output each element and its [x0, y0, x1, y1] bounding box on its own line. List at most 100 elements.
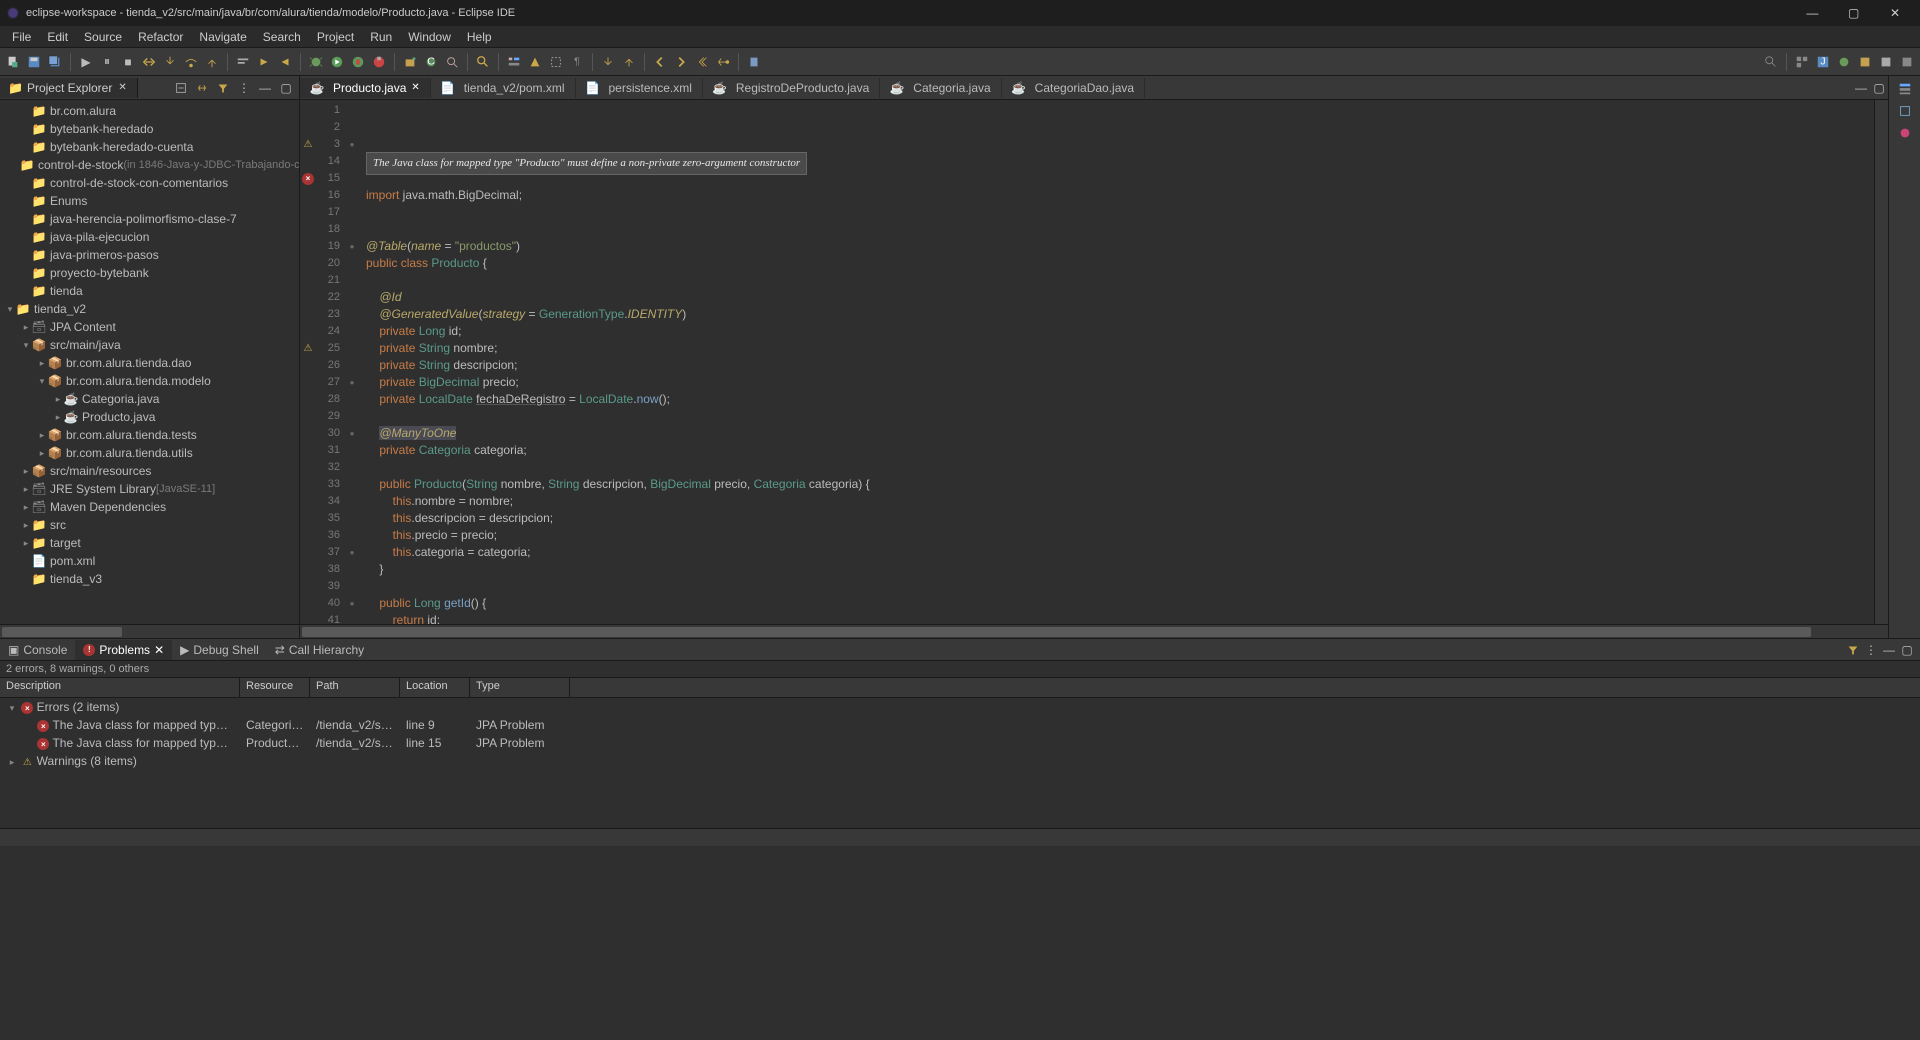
tree-item[interactable]: ▸🗃JRE System Library [JavaSE-11] [0, 480, 299, 498]
problem-row[interactable]: × The Java class for mapped type "Produc… [0, 734, 1920, 752]
quick-access-icon[interactable] [1762, 53, 1780, 71]
tree-item[interactable]: ▸🗃JPA Content [0, 318, 299, 336]
prev-icon[interactable] [620, 53, 638, 71]
twisty-icon[interactable]: ▸ [52, 394, 64, 405]
maximize-view-icon[interactable]: ▢ [277, 79, 295, 97]
code-area[interactable]: The Java class for mapped type "Producto… [360, 100, 1874, 624]
outline-icon[interactable] [1896, 80, 1914, 98]
tree-item[interactable]: ▸📦src/main/resources [0, 462, 299, 480]
debug-icon[interactable] [307, 53, 325, 71]
col-location[interactable]: Location [400, 678, 470, 697]
tree-item[interactable]: 📁proyecto-bytebank [0, 264, 299, 282]
step-over-icon[interactable] [182, 53, 200, 71]
new-class-icon[interactable]: C [422, 53, 440, 71]
git-perspective-icon[interactable] [1877, 53, 1895, 71]
fold-icon[interactable]: ● [350, 374, 355, 391]
stop-icon[interactable]: ■ [119, 53, 137, 71]
col-path[interactable]: Path [310, 678, 400, 697]
run-icon[interactable] [328, 53, 346, 71]
toggle-mark-icon[interactable] [234, 53, 252, 71]
annotation-ruler[interactable]: ⚠×⚠ [300, 100, 316, 624]
tab-problems[interactable]: !Problems✕ [75, 640, 172, 660]
tree-item[interactable]: 📄pom.xml [0, 552, 299, 570]
task-list-icon[interactable] [1896, 102, 1914, 120]
project-tree[interactable]: 📁br.com.alura📁bytebank-heredado📁bytebank… [0, 100, 299, 624]
tree-item[interactable]: ▸📦br.com.alura.tienda.utils [0, 444, 299, 462]
project-explorer-tab[interactable]: 📁 Project Explorer ✕ [0, 78, 138, 98]
tree-item[interactable]: 📁control-de-stock-con-comentarios [0, 174, 299, 192]
tree-item[interactable]: 📁bytebank-heredado-cuenta [0, 138, 299, 156]
disconnect-icon[interactable] [140, 53, 158, 71]
tree-item[interactable]: 📁java-herencia-polimorfismo-clase-7 [0, 210, 299, 228]
block-select-icon[interactable] [547, 53, 565, 71]
save-all-icon[interactable] [46, 53, 64, 71]
play-icon[interactable]: ▶ [77, 53, 95, 71]
col-type[interactable]: Type [470, 678, 570, 697]
tab-console[interactable]: ▣Console [0, 640, 75, 660]
problems-body[interactable]: ▾ × Errors (2 items) × The Java class fo… [0, 698, 1920, 828]
javaee-perspective-icon[interactable] [1898, 53, 1916, 71]
twisty-icon[interactable]: ▸ [20, 502, 32, 513]
filter-icon[interactable] [214, 79, 232, 97]
debug-perspective-icon[interactable] [1835, 53, 1853, 71]
filter-icon[interactable] [1844, 641, 1862, 659]
tree-item[interactable]: 📁tienda_v3 [0, 570, 299, 588]
twisty-icon[interactable]: ▸ [36, 358, 48, 369]
editor-tab[interactable]: ☕Categoria.java [880, 78, 1001, 98]
maximize-editor-icon[interactable]: ▢ [1870, 79, 1888, 97]
menu-run[interactable]: Run [362, 28, 400, 46]
fold-icon[interactable]: ● [350, 238, 355, 255]
warning-icon[interactable]: ⚠ [302, 343, 314, 355]
editor-hscrollbar[interactable] [300, 624, 1888, 638]
last-edit-icon[interactable] [714, 53, 732, 71]
view-menu-icon[interactable]: ⋮ [1862, 641, 1880, 659]
fold-icon[interactable]: ● [350, 544, 355, 561]
show-whitespace-icon[interactable]: ¶ [568, 53, 586, 71]
editor-tab[interactable]: ☕RegistroDeProducto.java [703, 78, 880, 98]
back-hist-icon[interactable] [693, 53, 711, 71]
twisty-icon[interactable]: ▸ [20, 484, 32, 495]
menu-project[interactable]: Project [309, 28, 362, 46]
tree-item[interactable]: ▾📦src/main/java [0, 336, 299, 354]
twisty-icon[interactable]: ▸ [20, 538, 32, 549]
tree-item[interactable]: ▸☕Producto.java [0, 408, 299, 426]
problem-row[interactable]: ▸ ⚠ Warnings (8 items) [0, 752, 1920, 770]
tree-item[interactable]: ▾📁tienda_v2 [0, 300, 299, 318]
col-description[interactable]: Description [0, 678, 240, 697]
prev-annotation-icon[interactable] [276, 53, 294, 71]
pause-icon[interactable]: ⏸ [98, 53, 116, 71]
fold-ruler[interactable]: ●●●●●●●●●●● [344, 100, 360, 624]
menu-search[interactable]: Search [255, 28, 309, 46]
tab-debug-shell[interactable]: ▶Debug Shell [172, 640, 267, 660]
forward-icon[interactable] [672, 53, 690, 71]
close-icon[interactable]: ✕ [411, 82, 419, 93]
twisty-icon[interactable]: ▸ [20, 322, 32, 333]
collapse-all-icon[interactable] [172, 79, 190, 97]
menu-help[interactable]: Help [459, 28, 500, 46]
editor-tab[interactable]: 📄tienda_v2/pom.xml [431, 78, 576, 98]
ext-tools-icon[interactable] [370, 53, 388, 71]
menu-file[interactable]: File [4, 28, 39, 46]
minimize-editor-icon[interactable]: — [1852, 79, 1870, 97]
menu-edit[interactable]: Edit [39, 28, 76, 46]
step-into-icon[interactable] [161, 53, 179, 71]
tree-item[interactable]: ▸📁src [0, 516, 299, 534]
close-icon[interactable]: ✕ [116, 82, 128, 93]
editor-tab[interactable]: 📄persistence.xml [576, 78, 703, 98]
link-editor-icon[interactable] [193, 79, 211, 97]
minimize-view-icon[interactable]: — [1880, 641, 1898, 659]
maximize-view-icon[interactable]: ▢ [1898, 641, 1916, 659]
twisty-icon[interactable]: ▸ [52, 412, 64, 423]
open-perspective-icon[interactable] [1793, 53, 1811, 71]
horizontal-scrollbar[interactable] [0, 624, 299, 638]
menu-navigate[interactable]: Navigate [191, 28, 254, 46]
open-type-icon[interactable] [443, 53, 461, 71]
twisty-icon[interactable]: ▸ [20, 520, 32, 531]
menu-source[interactable]: Source [76, 28, 130, 46]
maximize-button[interactable]: ▢ [1835, 2, 1873, 24]
overview-ruler[interactable] [1874, 100, 1888, 624]
col-resource[interactable]: Resource [240, 678, 310, 697]
tree-item[interactable]: ▸📦br.com.alura.tienda.tests [0, 426, 299, 444]
tree-item[interactable]: 📁java-primeros-pasos [0, 246, 299, 264]
problem-row[interactable]: ▾ × Errors (2 items) [0, 698, 1920, 716]
